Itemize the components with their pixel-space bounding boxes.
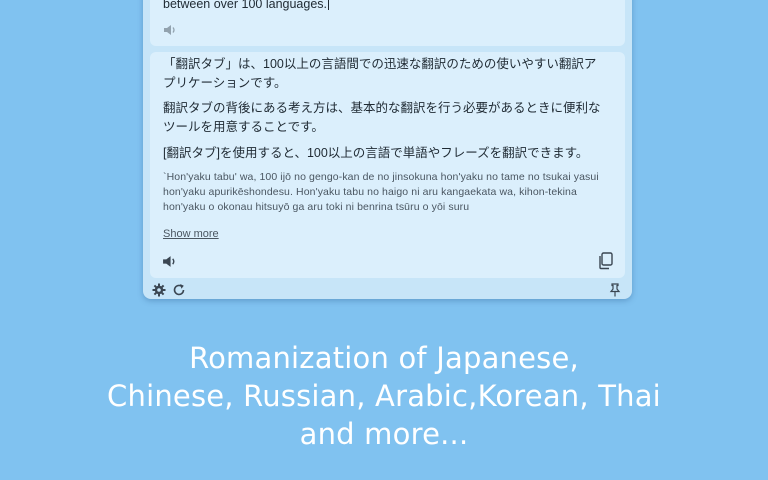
caption-line-3: and more... <box>299 417 469 451</box>
translation-paragraph-2: 翻訳タブの背後にある考え方は、基本的な翻訳を行う必要があるときに便利なツールを用… <box>163 101 601 134</box>
translation-paragraph-1: 「翻訳タブ」は、100以上の言語間での迅速な翻訳のための使いやすい翻訳アプリケー… <box>163 57 597 90</box>
result-panel: 「翻訳タブ」は、100以上の言語間での迅速な翻訳のための使いやすい翻訳アプリケー… <box>150 52 625 278</box>
copy-icon[interactable] <box>597 252 613 270</box>
speaker-icon[interactable] <box>163 23 177 37</box>
show-more-link[interactable]: Show more <box>163 228 219 240</box>
translation-paragraph-3: [翻訳タブ]を使用すると、100以上の言語で単語やフレーズを翻訳できます。 <box>163 146 589 160</box>
source-text: between over 100 languages. <box>163 0 328 11</box>
source-panel[interactable]: between over 100 languages. <box>150 0 625 46</box>
bottom-toolbar <box>143 281 632 299</box>
caption-line-1: Romanization of Japanese, <box>189 341 579 375</box>
source-text-field[interactable]: between over 100 languages. <box>163 0 330 11</box>
text-caret <box>328 0 330 10</box>
refresh-icon[interactable] <box>172 283 186 297</box>
promo-caption: Romanization of Japanese, Chinese, Russi… <box>0 339 768 453</box>
caption-line-2: Chinese, Russian, Arabic,Korean, Thai <box>107 379 661 413</box>
gear-icon[interactable] <box>152 283 166 297</box>
romanization-text: `Hon'yaku tabu' wa, 100 ijō no gengo-kan… <box>163 171 599 213</box>
pin-icon[interactable] <box>609 283 621 297</box>
translator-window: between over 100 languages. 「翻訳タブ」は、100以… <box>143 0 632 299</box>
speaker-icon[interactable] <box>162 254 177 269</box>
